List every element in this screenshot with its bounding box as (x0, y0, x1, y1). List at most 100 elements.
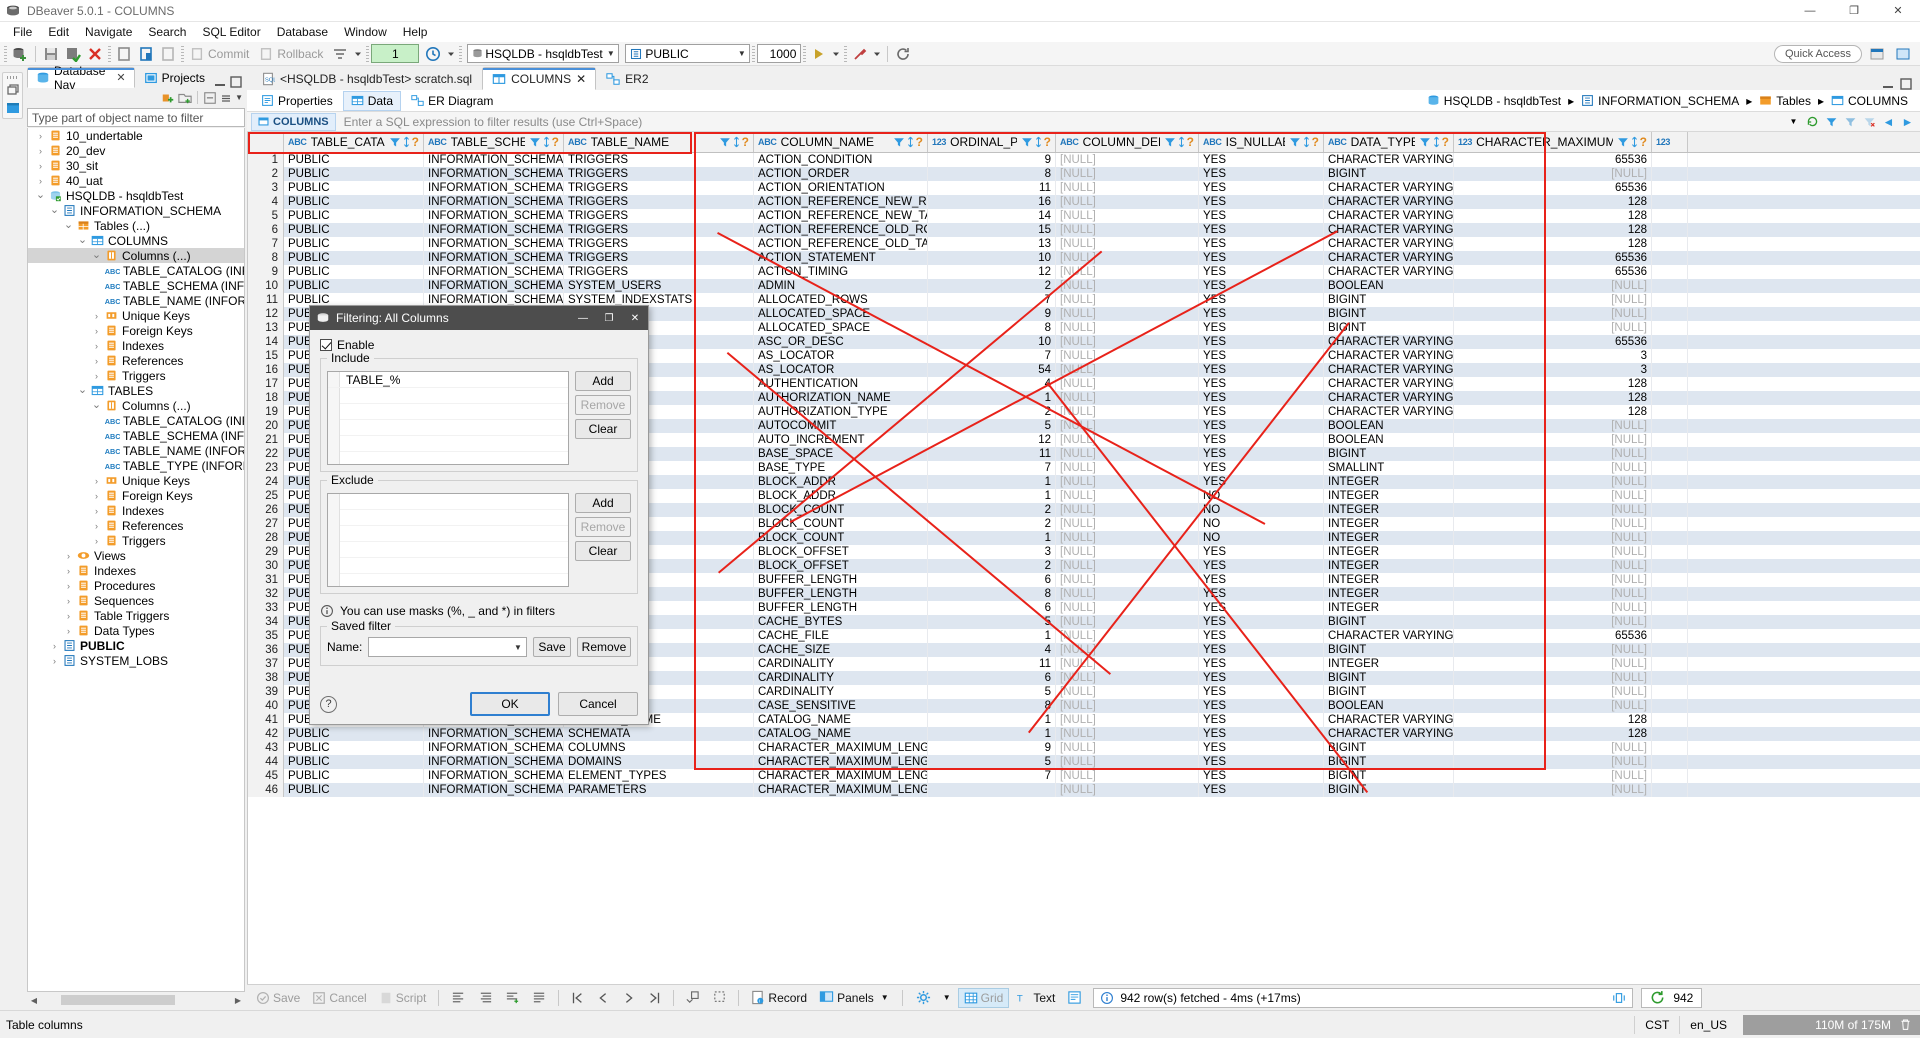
tab-er2[interactable]: ER2 (596, 67, 658, 90)
grid-column-header-extra-9[interactable]: 123 (1652, 132, 1688, 152)
database-tree[interactable]: › 10_undertable › 20_dev › 30_sit › 40_uat ⌄ HSQL… (27, 128, 245, 992)
grid-cell[interactable] (1652, 587, 1688, 601)
grid-cell[interactable]: 8 (928, 167, 1056, 181)
chevron-right-icon[interactable]: › (90, 353, 103, 368)
grid-cell[interactable]: 6 (928, 601, 1056, 615)
sort-icon[interactable] (402, 136, 411, 148)
grid-cell[interactable]: BIGINT (1324, 293, 1454, 307)
save-icon[interactable] (40, 43, 62, 65)
grid-row[interactable]: 6 PUBLIC INFORMATION_SCHEMA TRIGGERS ACTION_… (248, 223, 1920, 237)
grid-row-number[interactable]: 43 (248, 741, 284, 755)
grid-cell[interactable]: [NULL] (1056, 769, 1199, 783)
grid-cell[interactable]: [NULL] (1454, 475, 1652, 489)
grid-cell[interactable]: BOOLEAN (1324, 433, 1454, 447)
grid-cell[interactable]: SMALLINT (1324, 461, 1454, 475)
grid-cell[interactable]: 128 (1454, 727, 1652, 741)
chevron-right-icon[interactable]: › (62, 608, 75, 623)
grid-cell[interactable] (1652, 209, 1688, 223)
grid-cell[interactable]: AUTO_INCREMENT (754, 433, 928, 447)
grid-cell[interactable]: CARDINALITY (754, 657, 928, 671)
grid-column-header-table_schema[interactable]: ABCTABLE_SCHEMA? (424, 132, 564, 152)
grid-row-number[interactable]: 45 (248, 769, 284, 783)
chevron-right-icon[interactable]: › (34, 158, 47, 173)
grid-cell[interactable]: YES (1199, 615, 1324, 629)
grid-cell[interactable]: ALLOCATED_SPACE (754, 307, 928, 321)
sort-icon[interactable] (1034, 136, 1043, 148)
filter-apply-icon[interactable] (1842, 113, 1859, 130)
grid-cell[interactable]: TRIGGERS (564, 251, 754, 265)
grid-cell[interactable]: [NULL] (1056, 587, 1199, 601)
dialog-maximize-button[interactable]: ❐ (596, 306, 622, 330)
nav-scroll-thumb[interactable] (61, 995, 175, 1005)
grid-cell[interactable]: BASE_TYPE (754, 461, 928, 475)
grid-cell[interactable]: INTEGER (1324, 573, 1454, 587)
menu-file[interactable]: File (5, 23, 40, 41)
grid-cell[interactable]: [NULL] (1454, 559, 1652, 573)
grid-cell[interactable]: INFORMATION_SCHEMA (424, 209, 564, 223)
grid-row-number[interactable]: 18 (248, 391, 284, 405)
help-column-icon[interactable]: ? (1187, 135, 1194, 149)
grid-cell[interactable]: CHARACTER_MAXIMUM_LENGTH (754, 755, 928, 769)
chevron-right-icon[interactable]: › (62, 623, 75, 638)
grid-cell[interactable]: BUFFER_LENGTH (754, 601, 928, 615)
grid-cell[interactable]: 5 (928, 419, 1056, 433)
grid-cell[interactable] (1652, 307, 1688, 321)
tree-node-columns[interactable]: ⌄ Columns (...) (28, 398, 244, 413)
grid-cell[interactable] (1652, 783, 1688, 797)
tab-database-nav-close-icon[interactable]: ✕ (116, 71, 125, 84)
grid-cell[interactable]: BLOCK_OFFSET (754, 559, 928, 573)
filter-settings-icon[interactable] (1823, 113, 1840, 130)
grid-cell[interactable]: ACTION_ORDER (754, 167, 928, 181)
grid-cell[interactable] (1652, 167, 1688, 181)
grid-cell[interactable]: 1 (928, 727, 1056, 741)
tree-node-information-schema[interactable]: ⌄ INFORMATION_SCHEMA (28, 203, 244, 218)
tree-node-table-catalog-infor[interactable]: ABCTABLE_CATALOG (INFOR (28, 413, 244, 428)
filter-icon[interactable] (719, 136, 731, 148)
panel-drag-dots[interactable] (7, 76, 18, 79)
grid-column-header-character_maximum_length[interactable]: 123CHARACTER_MAXIMUM_LENGTH? (1454, 132, 1652, 152)
grid-cell[interactable]: YES (1199, 223, 1324, 237)
grid-cell[interactable]: 65536 (1454, 335, 1652, 349)
grid-cell[interactable]: 7 (928, 769, 1056, 783)
grid-cell[interactable]: INTEGER (1324, 545, 1454, 559)
grid-cell[interactable]: YES (1199, 195, 1324, 209)
grid-cell[interactable]: BLOCK_COUNT (754, 517, 928, 531)
grid-row[interactable]: 5 PUBLIC INFORMATION_SCHEMA TRIGGERS ACTION_… (248, 209, 1920, 223)
filter-icon[interactable] (389, 136, 401, 148)
grid-cell[interactable]: 6 (928, 671, 1056, 685)
grid-cell[interactable]: [NULL] (1056, 433, 1199, 447)
help-column-icon[interactable]: ? (1312, 135, 1319, 149)
grid-row-number[interactable]: 16 (248, 363, 284, 377)
grid-cell[interactable]: NO (1199, 489, 1324, 503)
saved-filter-chevron-down-icon[interactable]: ▼ (510, 643, 526, 652)
grid-cell[interactable]: 7 (928, 349, 1056, 363)
copy-status-icon[interactable] (1612, 991, 1626, 1005)
grid-cell[interactable] (1652, 391, 1688, 405)
grid-cell[interactable]: 128 (1454, 377, 1652, 391)
grid-cell[interactable]: YES (1199, 671, 1324, 685)
toolbar-drag-handle-6[interactable] (752, 45, 756, 62)
grid-cell[interactable]: [NULL] (1056, 517, 1199, 531)
tab-columns-close-icon[interactable]: ✕ (576, 72, 586, 86)
grid-cell[interactable]: PUBLIC (284, 223, 424, 237)
grid-cell[interactable]: YES (1199, 265, 1324, 279)
dialog-close-button[interactable]: ✕ (622, 306, 648, 330)
tree-node-references[interactable]: › References (28, 353, 244, 368)
grid-cell[interactable]: BOOLEAN (1324, 699, 1454, 713)
rollback-all-icon[interactable] (84, 43, 106, 65)
grid-cell[interactable]: PUBLIC (284, 279, 424, 293)
grid-cell[interactable]: 65536 (1454, 629, 1652, 643)
grid-cell[interactable]: 1 (928, 713, 1056, 727)
grid-row-number[interactable]: 3 (248, 181, 284, 195)
grid-row[interactable]: 8 PUBLIC INFORMATION_SCHEMA TRIGGERS ACTION_… (248, 251, 1920, 265)
apply-changes-icon[interactable] (446, 988, 471, 1007)
menu-sql-editor[interactable]: SQL Editor (194, 23, 268, 41)
grid-cell[interactable]: 9 (928, 741, 1056, 755)
grid-row[interactable]: 43 PUBLIC INFORMATION_SCHEMA COLUMNS CHARACT… (248, 741, 1920, 755)
chevron-down-icon[interactable]: ⌄ (48, 203, 61, 218)
grid-row-number[interactable]: 35 (248, 629, 284, 643)
fetch-size-input[interactable]: 1000 (757, 44, 802, 63)
grid-cell[interactable]: 5 (928, 755, 1056, 769)
grid-cell[interactable]: INTEGER (1324, 657, 1454, 671)
grid-cell[interactable]: [NULL] (1056, 601, 1199, 615)
